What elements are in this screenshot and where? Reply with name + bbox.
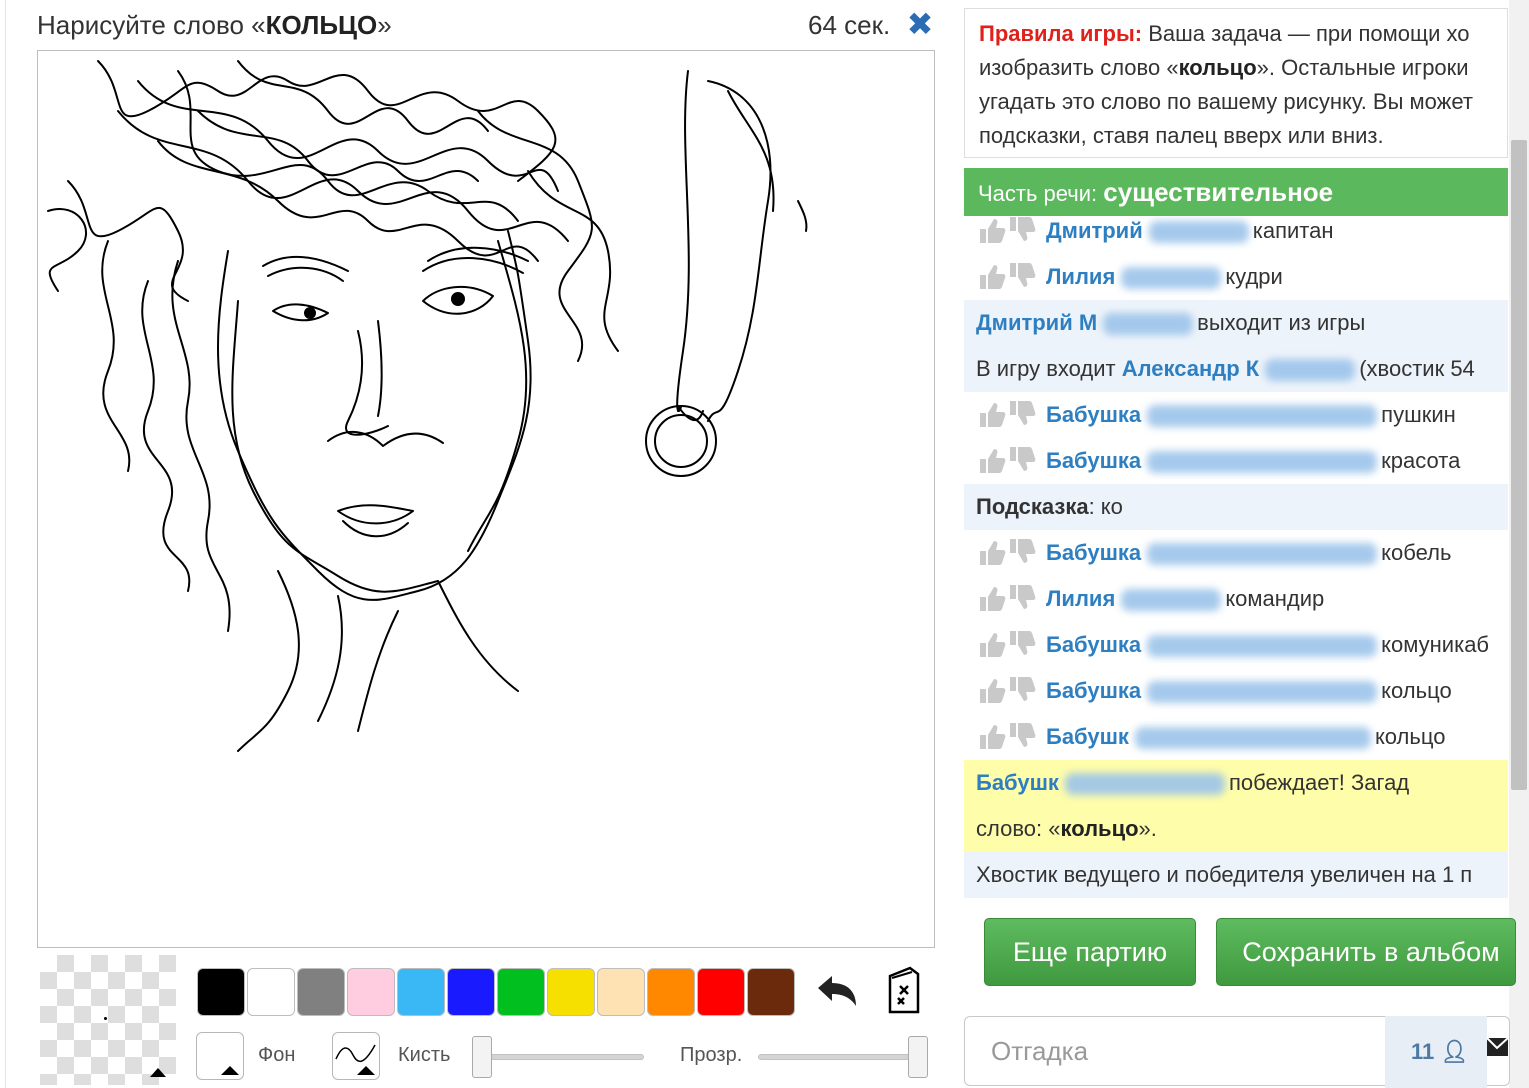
chat-guess-row: Бабушк кольцо <box>964 714 1508 760</box>
brush-label: Кисть <box>398 1044 451 1066</box>
color-swatch-red[interactable] <box>697 968 745 1016</box>
chat-hint-row: Подсказка: ко <box>964 484 1508 530</box>
task-word: КОЛЬЦО <box>265 10 378 40</box>
chat-winner-word-row: слово: «кольцо». <box>964 806 1508 852</box>
chat-guess-row: Лилия командир <box>964 576 1508 622</box>
opacity-slider[interactable] <box>758 1054 928 1060</box>
send-envelope-icon[interactable] <box>1486 1034 1509 1060</box>
task-title: Нарисуйте слово «КОЛЬЦО» <box>37 10 392 40</box>
color-swatch-blue[interactable] <box>447 968 495 1016</box>
color-swatch-orange[interactable] <box>647 968 695 1016</box>
color-swatch-white[interactable] <box>247 968 295 1016</box>
vote-thumbs-icon[interactable] <box>976 721 1036 751</box>
chat-guess-row: Бабушка комуникаб <box>964 622 1508 668</box>
close-x-icon[interactable]: ✖ <box>904 6 936 42</box>
clear-canvas-icon[interactable] <box>880 966 924 1016</box>
dropdown-triangle-icon <box>357 1066 375 1075</box>
user-icon: 👤︎ <box>1440 1039 1469 1064</box>
brush-size-slider[interactable] <box>472 1054 644 1060</box>
online-count: 11 👤︎ <box>1385 1016 1487 1088</box>
opacity-label: Прозр. <box>680 1044 743 1066</box>
vote-thumbs-icon[interactable] <box>976 261 1036 291</box>
opacity-handle[interactable] <box>908 1036 928 1078</box>
rules-title: Правила игры: <box>979 21 1143 46</box>
color-swatch-yellow[interactable] <box>547 968 595 1016</box>
color-swatch-green[interactable] <box>497 968 545 1016</box>
brush-preview <box>40 955 176 1085</box>
vote-thumbs-icon[interactable] <box>976 445 1036 475</box>
color-swatch-pink[interactable] <box>347 968 395 1016</box>
chat-join-row: В игру входит Александр К (хвостик 54 <box>964 346 1508 392</box>
chat-guess-row: Бабушка красота <box>964 438 1508 484</box>
dropdown-triangle-icon <box>221 1066 239 1075</box>
rules-box: Правила игры: Ваша задача — при помощи х… <box>964 8 1508 158</box>
color-swatch-brown[interactable] <box>747 968 795 1016</box>
chat-winner-row: Бабушк побеждает! Загад <box>964 760 1508 806</box>
vote-thumbs-icon[interactable] <box>976 675 1036 705</box>
chat-guess-row: Бабушка кобель <box>964 530 1508 576</box>
background-label: Фон <box>258 1044 296 1066</box>
brush-size-handle[interactable] <box>472 1036 492 1078</box>
chat-leave-row: Дмитрий Мвыходит из игры <box>964 300 1508 346</box>
background-color-picker[interactable] <box>196 1032 244 1080</box>
vote-thumbs-icon[interactable] <box>976 216 1036 245</box>
sketch-drawing <box>47 60 808 752</box>
scrollbar-thumb[interactable] <box>1511 140 1527 790</box>
left-border <box>5 0 6 1088</box>
color-swatch-black[interactable] <box>197 968 245 1016</box>
part-of-speech-banner: Часть речи: существительное <box>964 168 1508 216</box>
chat-guess-row: Дмитрий капитан <box>964 216 1508 254</box>
brush-picker[interactable] <box>332 1032 380 1080</box>
timer: 64 сек. <box>808 10 891 40</box>
vote-thumbs-icon[interactable] <box>976 583 1036 613</box>
chat-guess-row: Лилия кудри <box>964 254 1508 300</box>
color-swatch-gray[interactable] <box>297 968 345 1016</box>
undo-arrow-icon[interactable] <box>812 970 860 1014</box>
save-album-button[interactable]: Сохранить в альбом <box>1216 918 1516 986</box>
chat-guess-row: Бабушка кольцо <box>964 668 1508 714</box>
drawing-canvas[interactable] <box>37 50 935 948</box>
color-swatch-beige[interactable] <box>597 968 645 1016</box>
preview-expand-icon[interactable] <box>150 1068 166 1077</box>
brush-dot <box>104 1017 107 1020</box>
vote-thumbs-icon[interactable] <box>976 629 1036 659</box>
vote-thumbs-icon[interactable] <box>976 537 1036 567</box>
chat-tail-row: Хвостик ведущего и победителя увеличен н… <box>964 852 1508 898</box>
chat-log: Дмитрий капитан Лилия кудри Дмитрий Мвыход… <box>964 216 1508 898</box>
vote-thumbs-icon[interactable] <box>976 399 1036 429</box>
color-swatch-light-blue[interactable] <box>397 968 445 1016</box>
chat-guess-row: Бабушка пушкин <box>964 392 1508 438</box>
more-game-button[interactable]: Еще партию <box>984 918 1196 986</box>
